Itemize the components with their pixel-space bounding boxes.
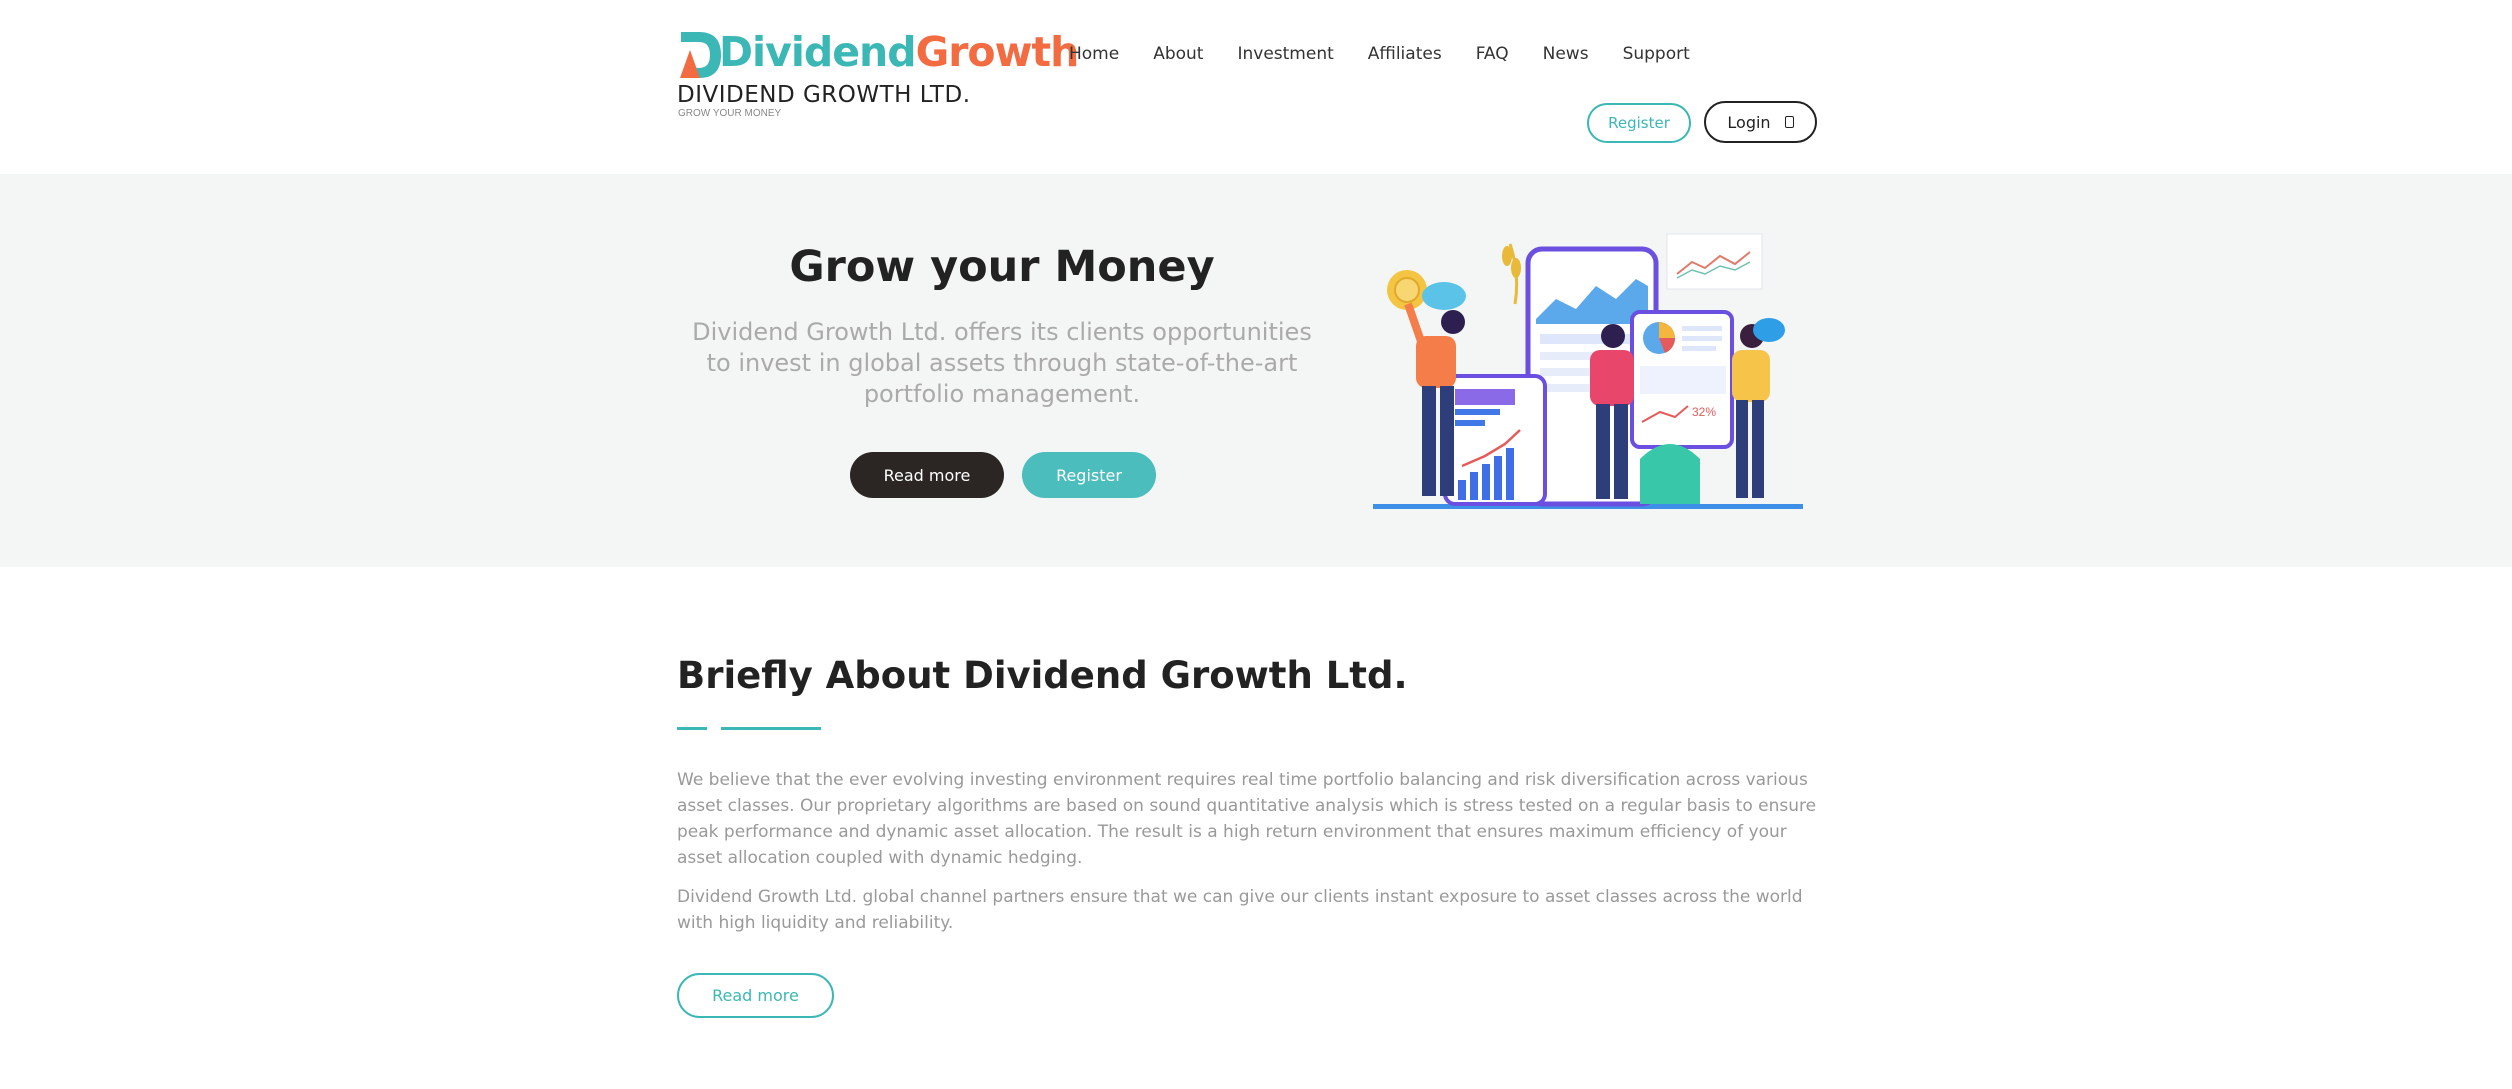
nav-affiliates[interactable]: Affiliates — [1368, 44, 1442, 64]
header-login-button[interactable]: Login — [1704, 101, 1817, 143]
about-title-underline — [677, 727, 821, 745]
lock-icon — [1784, 116, 1794, 128]
nav-support[interactable]: Support — [1623, 44, 1690, 64]
site-header: DividendGrowth DIVIDEND GROWTH LTD. GROW… — [0, 0, 2512, 174]
hero-read-more-label: Read more — [883, 465, 971, 485]
logo-wordmark: DividendGrowth — [719, 28, 1080, 76]
about-paragraph-2: Dividend Growth Ltd. global channel part… — [677, 887, 1803, 933]
hero-title: Grow your Money — [789, 242, 1215, 292]
logo-mark-icon — [680, 32, 721, 78]
main-nav: Home About Investment Affiliates FAQ New… — [1069, 44, 1724, 64]
header-login-label: Login — [1727, 112, 1771, 132]
nav-news[interactable]: News — [1543, 44, 1589, 64]
logo-word-dividend: Dividend — [719, 28, 917, 76]
hero-investment-illustration: 32% — [1373, 233, 1803, 509]
illustration-percent-badge: 32% — [1692, 405, 1716, 419]
company-name: DIVIDEND GROWTH LTD. — [677, 82, 971, 108]
hero-register-label: Register — [1056, 465, 1122, 485]
about-read-more-button[interactable]: Read more — [677, 973, 834, 1018]
header-register-label: Register — [1608, 114, 1670, 132]
nav-home[interactable]: Home — [1069, 44, 1119, 64]
about-read-more-label: Read more — [712, 986, 799, 1005]
nav-about[interactable]: About — [1153, 44, 1203, 64]
company-tagline: GROW YOUR MONEY — [678, 108, 782, 119]
header-register-button[interactable]: Register — [1587, 103, 1691, 143]
hero-read-more-button[interactable]: Read more — [850, 452, 1004, 498]
about-title: Briefly About Dividend Growth Ltd. — [677, 654, 1408, 697]
nav-faq[interactable]: FAQ — [1476, 44, 1509, 64]
hero-register-button[interactable]: Register — [1022, 452, 1156, 498]
logo-word-growth: Growth — [915, 28, 1080, 76]
about-paragraph-1: We believe that the ever evolving invest… — [677, 770, 1817, 868]
hero-description: Dividend Growth Ltd. offers its clients … — [692, 318, 1312, 408]
nav-investment[interactable]: Investment — [1237, 44, 1333, 64]
hero-section: Grow your Money Dividend Growth Ltd. off… — [0, 174, 2512, 567]
